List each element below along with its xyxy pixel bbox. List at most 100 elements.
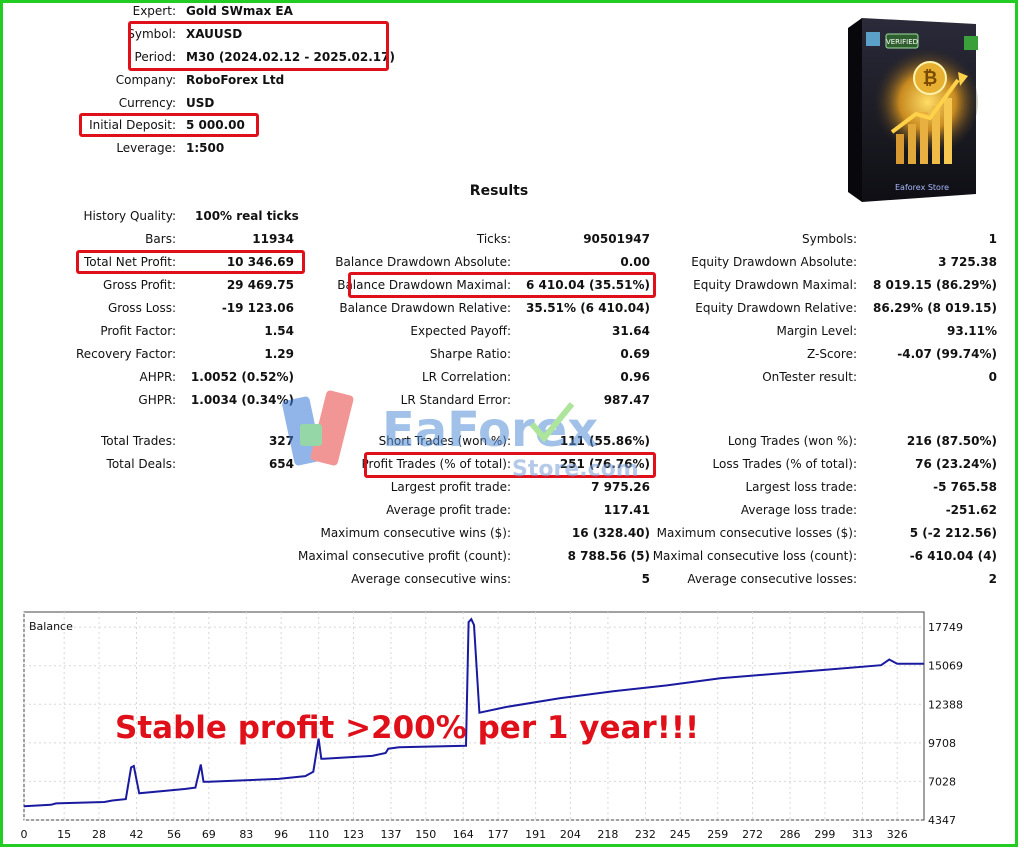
watermark-logo: EaForex Store.com xyxy=(282,390,639,482)
col3-value: -4.07 (99.74%) xyxy=(897,347,997,361)
col3-label: Equity Drawdown Absolute: xyxy=(691,255,857,269)
product-box-image: ₿ VERIFIED Eaforex Store xyxy=(848,18,978,202)
col3-value: 8 019.15 (86.29%) xyxy=(873,278,997,292)
col3-label: OnTester result: xyxy=(762,370,857,384)
col3-value: 93.11% xyxy=(947,324,997,338)
x-tick-label: 164 xyxy=(453,828,474,841)
x-tick-label: 259 xyxy=(707,828,728,841)
col3-label: Z-Score: xyxy=(807,347,857,361)
col2-label: Ticks: xyxy=(476,232,511,246)
svg-text:Eaforex Store: Eaforex Store xyxy=(895,183,949,192)
x-tick-label: 83 xyxy=(239,828,253,841)
x-tick-label: 69 xyxy=(202,828,216,841)
x-tick-label: 0 xyxy=(21,828,28,841)
header-label: Leverage: xyxy=(116,141,176,155)
x-tick-label: 56 xyxy=(167,828,181,841)
col3-label: Margin Level: xyxy=(776,324,857,338)
col3-label: Symbols: xyxy=(802,232,857,246)
trades_col2-label: Average consecutive wins: xyxy=(351,572,511,586)
history-quality-value: 100% real ticks xyxy=(195,209,299,223)
x-tick-label: 299 xyxy=(814,828,835,841)
y-tick-label: 12388 xyxy=(928,698,963,711)
trades_col3-label: Maximum consecutive losses ($): xyxy=(656,526,857,540)
svg-text:Store.com: Store.com xyxy=(512,457,639,482)
x-tick-label: 286 xyxy=(780,828,801,841)
x-tick-label: 232 xyxy=(635,828,656,841)
y-tick-label: 7028 xyxy=(928,775,956,788)
col2-label: Balance Drawdown Absolute: xyxy=(335,255,511,269)
col1-value: 29 469.75 xyxy=(226,278,294,292)
x-tick-label: 272 xyxy=(742,828,763,841)
y-tick-label: 4347 xyxy=(928,814,956,827)
col2-label: Sharpe Ratio: xyxy=(429,347,511,361)
col2-label: Balance Drawdown Relative: xyxy=(339,301,511,315)
col3-value: 0 xyxy=(988,370,997,384)
col2-value: 31.64 xyxy=(612,324,650,338)
results-title: Results xyxy=(469,183,529,199)
x-tick-label: 313 xyxy=(852,828,873,841)
col2-value: 90501947 xyxy=(583,232,650,246)
col2-value: 0.96 xyxy=(620,370,650,384)
net-profit-highlight xyxy=(76,250,305,274)
trades_col3-label: Average consecutive losses: xyxy=(687,572,857,586)
svg-text:₿: ₿ xyxy=(923,68,938,89)
col2-value: 35.51% (6 410.04) xyxy=(526,301,650,315)
trades_col3-value: 2 xyxy=(988,572,997,586)
trades_col3-value: -251.62 xyxy=(945,503,997,517)
x-tick-label: 137 xyxy=(380,828,401,841)
x-tick-label: 96 xyxy=(274,828,288,841)
y-tick-label: 17749 xyxy=(928,621,963,634)
history-quality-label: History Quality: xyxy=(83,209,176,223)
trades_col3-value: -6 410.04 (4) xyxy=(909,549,997,563)
trades_col3-label: Maximal consecutive loss (count): xyxy=(652,549,857,563)
y-tick-label: 15069 xyxy=(928,660,963,673)
x-tick-label: 218 xyxy=(597,828,618,841)
trades_col2-label: Average profit trade: xyxy=(386,503,511,517)
header-value: RoboForex Ltd xyxy=(186,73,285,87)
col3-value: 86.29% (8 019.15) xyxy=(873,301,997,315)
balance-drawdown-highlight xyxy=(348,272,656,298)
svg-text:VERIFIED: VERIFIED xyxy=(886,38,918,46)
col1-value: 1.54 xyxy=(264,324,294,338)
col1-value: -19 123.06 xyxy=(221,301,294,315)
x-tick-label: 150 xyxy=(415,828,436,841)
header-label: Company: xyxy=(115,73,176,87)
col3-label: Equity Drawdown Relative: xyxy=(695,301,857,315)
x-tick-label: 177 xyxy=(488,828,509,841)
x-tick-label: 191 xyxy=(525,828,546,841)
col2-label: Expected Payoff: xyxy=(410,324,511,338)
col1-value: 11934 xyxy=(252,232,294,246)
trades_col2-label: Maximum consecutive wins ($): xyxy=(320,526,511,540)
symbol-period-highlight xyxy=(128,21,389,71)
col2-label: LR Correlation: xyxy=(421,370,511,384)
promo-text: Stable profit >200% per 1 year!!! xyxy=(115,710,700,746)
x-tick-label: 42 xyxy=(130,828,144,841)
x-tick-label: 326 xyxy=(887,828,908,841)
x-tick-label: 15 xyxy=(57,828,71,841)
trades_col3-label: Average loss trade: xyxy=(740,503,857,517)
trades_col3-value: 216 (87.50%) xyxy=(906,434,997,448)
x-tick-label: 110 xyxy=(308,828,329,841)
col2-value: 0.00 xyxy=(620,255,650,269)
initial-deposit-highlight xyxy=(79,113,259,137)
trades_col3-value: 5 (-2 212.56) xyxy=(909,526,997,540)
chart-title: Balance xyxy=(29,620,73,633)
trades_col3-value: -5 765.58 xyxy=(933,480,997,494)
col3-label: Equity Drawdown Maximal: xyxy=(693,278,857,292)
x-tick-label: 28 xyxy=(92,828,106,841)
col2-value: 0.69 xyxy=(620,347,650,361)
col1-value: 1.29 xyxy=(264,347,294,361)
header-value: 1:500 xyxy=(186,141,225,155)
x-tick-label: 245 xyxy=(670,828,691,841)
col3-value: 1 xyxy=(988,232,997,246)
header-label: Expert: xyxy=(132,4,176,18)
x-tick-label: 204 xyxy=(560,828,581,841)
col1-value: 1.0052 (0.52%) xyxy=(190,370,294,384)
x-tick-label: 123 xyxy=(343,828,364,841)
col3-value: 3 725.38 xyxy=(938,255,997,269)
header-value: USD xyxy=(186,96,215,110)
trades_col3-value: 76 (23.24%) xyxy=(915,457,997,471)
header-value: Gold SWmax EA xyxy=(186,4,293,18)
trades_col2-label: Maximal consecutive profit (count): xyxy=(297,549,511,563)
y-tick-label: 9708 xyxy=(928,737,956,750)
